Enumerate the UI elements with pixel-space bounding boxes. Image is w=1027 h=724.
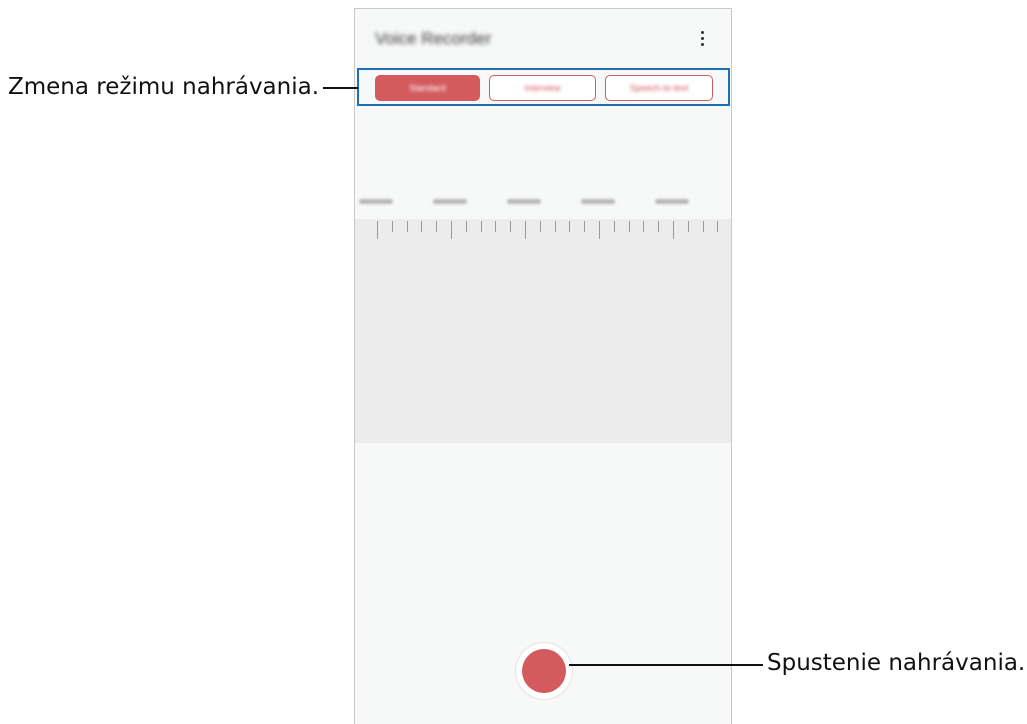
mode-tabs-highlight: [357, 68, 730, 106]
timeline-labels: [355, 199, 731, 213]
ruler-tick: [480, 221, 482, 232]
ruler-tick: [613, 221, 615, 232]
callout-record-label: Spustenie nahrávania.: [767, 650, 1026, 676]
timeline-label: [359, 199, 393, 204]
ruler-tick: [510, 221, 512, 232]
ruler-tick: [554, 221, 556, 232]
ruler-tick: [436, 221, 438, 232]
waveform-area: [355, 219, 731, 443]
callout-mode-line: [323, 87, 358, 89]
phone-screen: Voice Recorder Standard Interview Speech…: [354, 8, 732, 724]
ruler-tick: [658, 221, 660, 232]
ruler-tick: [702, 221, 704, 232]
record-icon: [522, 649, 566, 693]
callout-mode-label: Zmena režimu nahrávania.: [8, 74, 320, 100]
ruler-tick: [584, 221, 586, 232]
ruler-tick: [687, 221, 689, 232]
ruler-tick: [465, 221, 467, 232]
record-button[interactable]: [515, 642, 573, 700]
timeline-label: [581, 199, 615, 204]
ruler-tick: [406, 221, 408, 232]
ruler-tick: [539, 221, 541, 232]
callout-record-line: [569, 664, 763, 666]
timeline-label: [433, 199, 467, 204]
ruler-tick: [569, 221, 571, 232]
timeline-label: [507, 199, 541, 204]
ruler-tick: [451, 221, 452, 239]
ruler-tick: [628, 221, 630, 232]
timeline-label: [655, 199, 689, 204]
ruler-tick: [377, 221, 378, 239]
ruler-tick: [673, 221, 674, 239]
ruler-tick: [495, 221, 497, 232]
more-vert-icon[interactable]: [693, 29, 713, 49]
ruler-tick: [421, 221, 423, 232]
ruler-tick: [643, 221, 645, 232]
timeline-ruler: [355, 219, 731, 239]
app-title: Voice Recorder: [375, 29, 492, 48]
ruler-tick: [599, 221, 600, 239]
ruler-tick: [525, 221, 526, 239]
ruler-tick: [717, 221, 719, 232]
ruler-tick: [391, 221, 393, 232]
